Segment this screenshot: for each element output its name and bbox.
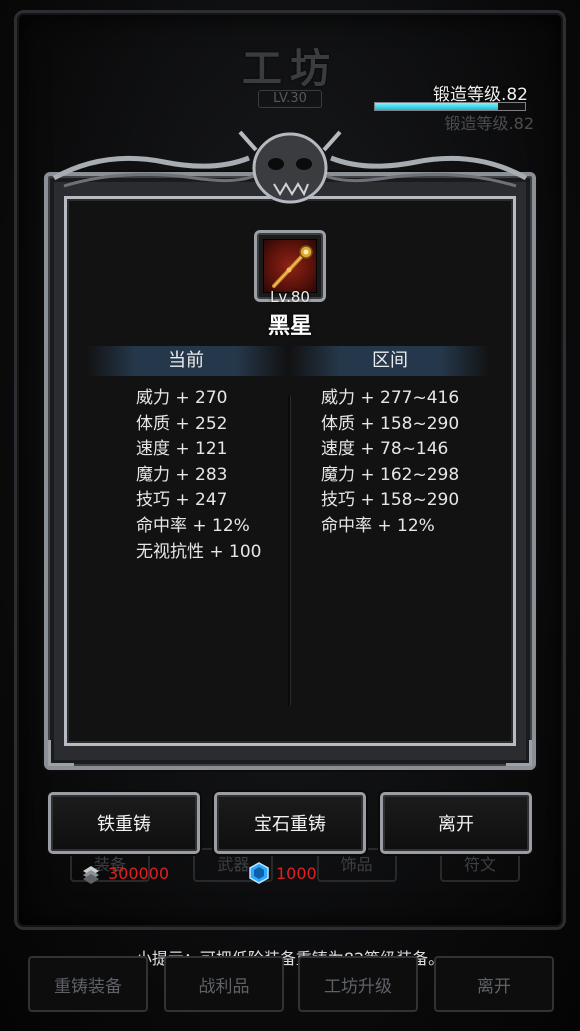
iron-recast-button[interactable]: 铁重铸 (48, 792, 200, 854)
current-stat: 命中率 + 12% (136, 515, 250, 536)
workshop-level: LV.30 (258, 90, 322, 108)
range-header: 区间 (290, 346, 490, 376)
frame-corner (48, 740, 74, 766)
frame-corner (506, 740, 532, 766)
range-stat: 命中率 + 12% (321, 515, 435, 536)
iron-amount: 300000 (108, 863, 170, 883)
range-stat: 威力 + 277~416 (321, 388, 460, 408)
forge-level-fill (375, 103, 498, 110)
range-stat: 体质 + 158~290 (321, 413, 460, 434)
forge-level-bar (374, 102, 526, 111)
gem-icon (249, 862, 269, 884)
current-stat: 无视抗性 + 100 (136, 541, 262, 562)
range-stat: 魔力 + 162~298 (321, 464, 460, 485)
nav-recast-equipment[interactable]: 重铸装备 (28, 956, 148, 1012)
gem-currency: 1000 (248, 862, 317, 884)
current-stat: 魔力 + 283 (136, 464, 228, 485)
iron-currency: 300000 (80, 862, 169, 884)
gem-recast-button[interactable]: 宝石重铸 (214, 792, 366, 854)
golden-staff-icon (272, 245, 313, 288)
skull-ornament (52, 130, 528, 204)
current-stat: 威力 + 270 (136, 388, 228, 408)
item-icon-bg (263, 239, 317, 293)
gem-amount: 1000 (276, 863, 317, 883)
column-divider (288, 396, 290, 706)
current-stat: 技巧 + 247 (136, 490, 228, 511)
nav-workshop-upgrade[interactable]: 工坊升级 (298, 956, 418, 1012)
range-stats-list: 威力 + 277~416 体质 + 158~290 速度 + 78~146 魔力… (321, 386, 459, 540)
iron-ingot-icon (83, 866, 99, 884)
range-stat: 技巧 + 158~290 (321, 490, 460, 511)
range-stat: 速度 + 78~146 (321, 439, 449, 460)
nav-loot[interactable]: 战利品 (164, 956, 284, 1012)
recast-dialog: Lv.80 黑星 当前 区间 威力 + 270 体质 + 252 速度 + 12… (44, 128, 536, 770)
current-stats-list: 威力 + 270 体质 + 252 速度 + 121 魔力 + 283 技巧 +… (136, 386, 262, 565)
leave-button[interactable]: 离开 (380, 792, 532, 854)
item-name: 黑星 (267, 314, 312, 339)
item-level: Lv.80 (270, 288, 310, 306)
nav-leave[interactable]: 离开 (434, 956, 554, 1012)
current-stat: 体质 + 252 (136, 413, 228, 434)
current-stat: 速度 + 121 (136, 439, 228, 460)
current-header: 当前 (86, 346, 286, 376)
